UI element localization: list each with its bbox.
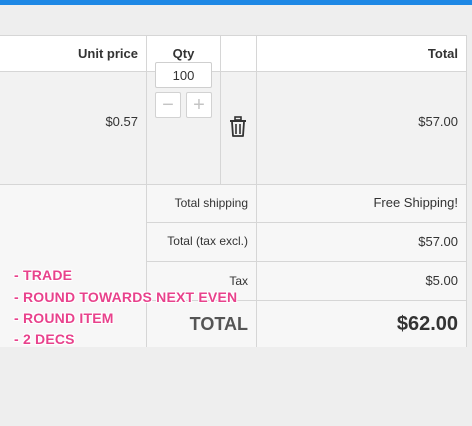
header-unit-price: Unit price [78,46,138,61]
note-line: - ROUND TOWARDS NEXT EVEN [14,289,238,305]
tax-value: $5.00 [425,273,458,288]
quantity-decrease-button[interactable]: − [155,92,181,118]
note-line: - TRADE [14,267,73,283]
divider [147,261,466,262]
divider [0,71,466,72]
total-tax-excl-value: $57.00 [418,233,458,249]
divider [256,36,257,347]
note-line: - 2 DECS [14,331,75,347]
total-tax-excl-label: Total (tax excl.) [167,234,248,248]
grand-total-label: TOTAL [189,313,248,334]
header-total: Total [427,46,458,61]
trash-icon [230,116,246,137]
item-total: $57.00 [418,113,458,129]
total-shipping-value: Free Shipping! [373,195,458,210]
total-shipping-label: Total shipping [174,195,248,210]
delete-item-button[interactable] [228,116,248,138]
top-accent-bar [0,0,472,5]
item-unit-price: $0.57 [105,113,138,129]
table-header-row: Unit price Qty Total [0,36,466,71]
grand-total-value: $62.00 [396,312,458,335]
minus-icon: − [162,94,174,116]
divider [220,36,221,184]
quantity-input[interactable] [155,62,212,88]
quantity-increase-button[interactable]: + [186,92,212,118]
plus-icon: + [193,94,205,116]
note-line: - ROUND ITEM [14,310,114,326]
divider [0,184,466,185]
divider [147,222,466,223]
